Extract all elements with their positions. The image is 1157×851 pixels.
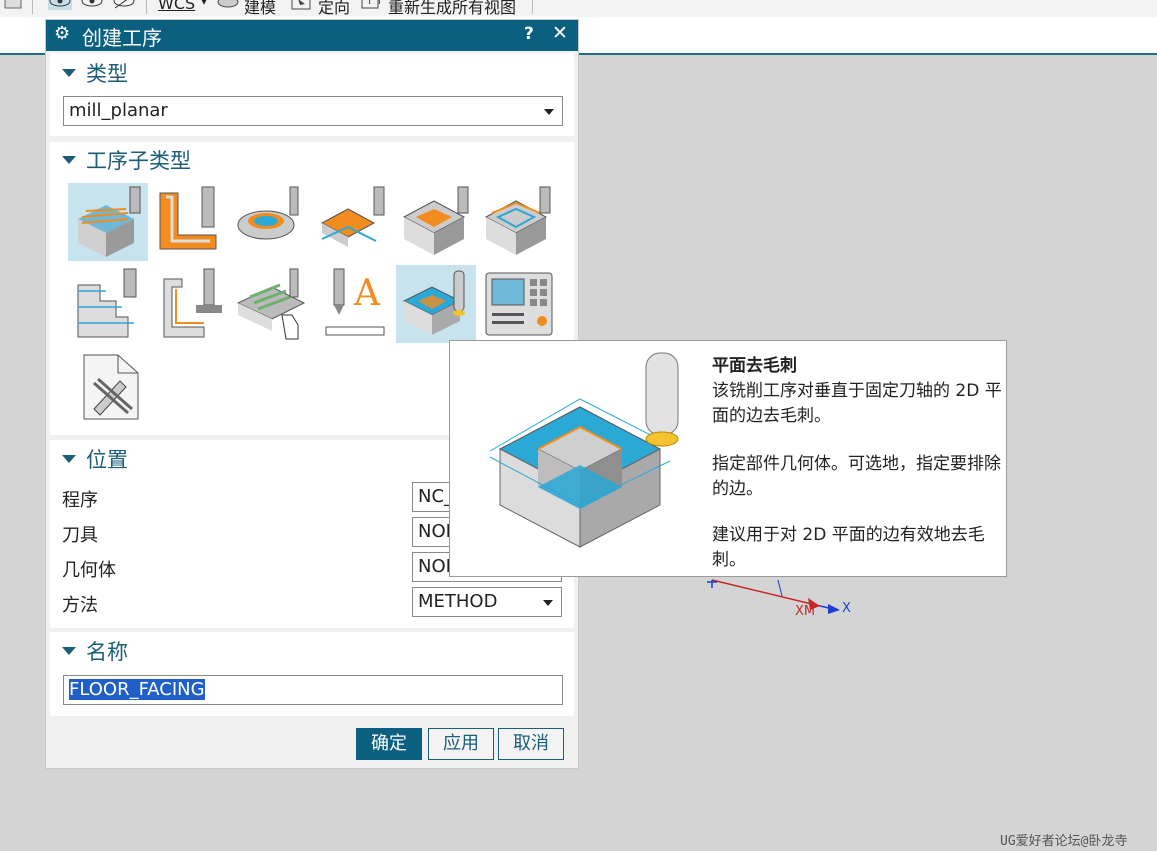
subtype-planar-deburr[interactable] <box>396 265 476 343</box>
toolbar-divider <box>32 0 33 14</box>
type-select[interactable]: mill_planar <box>63 96 563 126</box>
subtype-section-header[interactable]: 工序子类型 <box>62 145 191 175</box>
ok-button[interactable]: 确定 <box>356 728 422 760</box>
apply-button[interactable]: 应用 <box>428 728 494 760</box>
subtype-mill-user[interactable] <box>68 347 148 425</box>
name-section: 名称 FLOOR_FACING <box>50 632 574 716</box>
orient-button[interactable]: 定向 <box>318 0 350 17</box>
method-label: 方法 <box>62 595 98 616</box>
dialog-titlebar[interactable]: ⚙ 创建工序 ? ✕ <box>46 20 578 51</box>
help-button[interactable]: ? <box>524 24 534 44</box>
program-label: 程序 <box>62 490 98 511</box>
collapse-triangle-icon <box>62 455 76 463</box>
subtype-cleanup-corners[interactable] <box>150 265 230 343</box>
method-select-value: METHOD <box>418 591 498 612</box>
modeling-button[interactable]: 建模 <box>244 0 276 17</box>
dialog-title: 创建工序 <box>82 26 162 50</box>
name-input[interactable]: FLOOR_FACING <box>63 675 563 705</box>
svg-text:A: A <box>353 273 381 314</box>
regenerate-all-views-button[interactable]: 重新生成所有视图 <box>388 0 516 17</box>
watermark: UG爱好者论坛@卧龙寺 <box>1000 834 1128 849</box>
invert-eye-icon[interactable] <box>112 0 136 10</box>
subtype-manual-face[interactable] <box>232 265 312 343</box>
geometry-label: 几何体 <box>62 560 116 581</box>
tooltip-recommendation: 建议用于对 2D 平面的边有效地去毛刺。 <box>712 525 985 570</box>
subtype-rough-planar[interactable] <box>478 183 558 261</box>
show-eye-icon[interactable] <box>48 0 72 10</box>
tooltip-title: 平面去毛刺 <box>712 356 797 376</box>
dropdown-arrow-icon <box>543 600 553 606</box>
subtype-face-milling[interactable] <box>232 183 312 261</box>
type-section: 类型 mill_planar <box>50 53 574 136</box>
type-select-value: mill_planar <box>69 100 168 121</box>
toolbar-divider <box>146 0 147 14</box>
collapse-triangle-icon <box>62 156 76 164</box>
location-section-header[interactable]: 位置 <box>62 444 128 474</box>
orient-icon <box>291 0 311 10</box>
top-toolbar: WCS ▾ 建模 定向 重新生成所有视图 <box>0 0 1157 17</box>
toolbar-divider <box>532 0 533 14</box>
part-icon[interactable] <box>2 0 26 10</box>
subtype-floor-wall-is[interactable] <box>150 183 230 261</box>
cancel-button[interactable]: 取消 <box>498 728 564 760</box>
regenerate-icon <box>361 0 380 9</box>
dropdown-caret-icon[interactable]: ▾ <box>200 0 208 9</box>
subtype-cavity-mill-planar[interactable] <box>396 183 476 261</box>
x-axis-label: X <box>842 601 851 616</box>
xm-axis-label: XM <box>795 604 816 619</box>
tooltip-description: 该铣削工序对垂直于固定刀轴的 2D 平面的边去毛刺。 <box>712 381 1002 426</box>
planar-deburr-illustration <box>489 352 679 548</box>
subtype-mill-control[interactable] <box>478 265 558 343</box>
subtype-planar-text[interactable]: A <box>314 265 394 343</box>
subtype-tooltip: 平面去毛刺 该铣削工序对垂直于固定刀轴的 2D 平面的边去毛刺。 指定部件几何体… <box>449 340 1007 577</box>
name-input-selected-text: FLOOR_FACING <box>69 679 205 700</box>
dropdown-arrow-icon <box>544 109 554 115</box>
close-button[interactable]: ✕ <box>552 22 568 44</box>
tooltip-geometry-hint: 指定部件几何体。可选地，指定要排除的边。 <box>712 454 1001 499</box>
wcs-menu[interactable]: WCS <box>158 0 195 13</box>
subtype-face-milling-area[interactable] <box>314 183 394 261</box>
method-select[interactable]: METHOD <box>412 587 562 617</box>
collapse-triangle-icon <box>62 647 76 655</box>
name-section-header[interactable]: 名称 <box>62 636 128 666</box>
subtype-floor-wall[interactable] <box>68 183 148 261</box>
hide-eye-icon[interactable] <box>80 0 104 10</box>
type-section-header[interactable]: 类型 <box>62 58 128 88</box>
collapse-triangle-icon <box>62 69 76 77</box>
gear-icon: ⚙ <box>54 23 71 44</box>
tool-label: 刀具 <box>62 525 98 546</box>
modeling-icon <box>217 0 239 8</box>
subtype-planar-profile[interactable] <box>68 265 148 343</box>
